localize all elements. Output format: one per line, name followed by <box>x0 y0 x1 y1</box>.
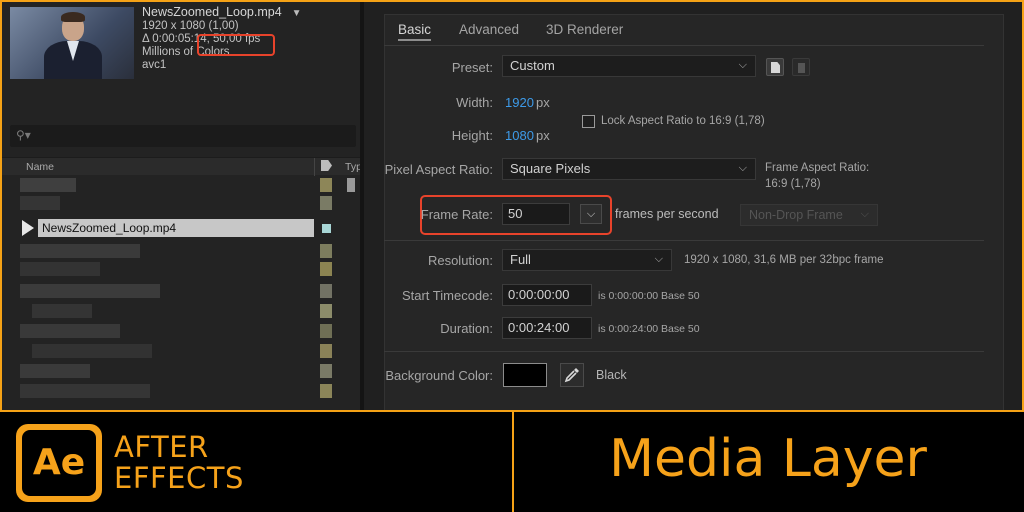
resolution-info: 1920 x 1080, 31,6 MB per 32bpc frame <box>684 254 884 266</box>
tab-divider <box>384 45 984 46</box>
after-effects-logo: Ae <box>16 424 102 502</box>
logo-text: Ae <box>32 442 86 483</box>
frames-per-second-label: frames per second <box>615 207 719 221</box>
width-unit: px <box>536 95 550 110</box>
banner-title: Media Layer <box>609 429 927 489</box>
resolution-value: Full <box>510 252 531 267</box>
frame-aspect-value: 16:9 (1,78) <box>765 178 821 190</box>
footage-thumbnail <box>10 7 134 79</box>
tab-advanced[interactable]: Advanced <box>459 22 519 37</box>
label-tag-icon[interactable] <box>321 160 332 171</box>
footage-meta-line: avc1 <box>142 59 167 71</box>
eyedropper-button[interactable] <box>560 363 584 387</box>
frame-aspect-label: Frame Aspect Ratio: <box>765 162 870 174</box>
project-item-list: NewsZoomed_Loop.mp4 <box>2 176 360 410</box>
tab-basic[interactable]: Basic <box>398 22 432 41</box>
column-type[interactable]: Typ <box>345 161 360 173</box>
column-name[interactable]: Name <box>26 161 54 173</box>
composition-settings-panel: Basic Advanced 3D Renderer Preset: Custo… <box>364 2 1022 414</box>
duration-info: is 0:00:24:00 Base 50 <box>598 323 700 335</box>
save-preset-button[interactable] <box>766 58 784 76</box>
brand-line-1: AFTER <box>114 430 209 464</box>
play-icon <box>22 220 34 236</box>
footage-file-name: NewsZoomed_Loop.mp4 <box>142 5 282 19</box>
height-label: Height: <box>451 128 493 143</box>
chevron-down-icon: ⌵ <box>654 253 663 265</box>
pixel-aspect-value: Square Pixels <box>510 161 591 176</box>
chevron-down-icon: ⌵ <box>738 59 747 71</box>
start-timecode-input[interactable]: 0:00:00:00 <box>502 284 592 306</box>
pixel-aspect-label: Pixel Aspect Ratio: <box>384 162 493 177</box>
drop-frame-dropdown[interactable]: Non-Drop Frame ⌵ <box>740 204 878 226</box>
bg-color-swatch[interactable] <box>503 363 547 387</box>
title-banner: Ae AFTER EFFECTS Media Layer <box>0 410 1024 512</box>
project-panel: NewsZoomed_Loop.mp4 ▼ 1920 x 1080 (1,00) … <box>2 2 360 410</box>
preset-dropdown[interactable]: Custom ⌵ <box>502 55 756 77</box>
preset-value: Custom <box>510 58 555 73</box>
eyedropper-icon <box>564 368 579 383</box>
bg-color-label: Background Color: <box>385 368 493 383</box>
width-label: Width: <box>456 95 493 110</box>
frame-rate-input[interactable]: 50 <box>502 203 570 225</box>
fps-highlight-box <box>197 34 275 56</box>
project-search-input[interactable]: ⚲▾ <box>10 125 356 147</box>
preset-label: Preset: <box>451 60 493 75</box>
chevron-down-icon[interactable]: ▼ <box>292 7 302 20</box>
width-value[interactable]: 1920 <box>505 95 534 110</box>
chevron-down-icon: ⌵ <box>738 162 747 174</box>
bg-color-name: Black <box>596 368 627 382</box>
section-divider <box>384 240 984 241</box>
lock-aspect-label: Lock Aspect Ratio to 16:9 (1,78) <box>601 115 765 127</box>
pixel-aspect-dropdown[interactable]: Square Pixels ⌵ <box>502 158 756 180</box>
chevron-down-icon: ⌵ <box>860 208 869 220</box>
section-divider <box>384 351 984 352</box>
duration-label: Duration: <box>440 321 493 336</box>
label-color-swatch[interactable] <box>322 224 331 233</box>
height-unit: px <box>536 128 550 143</box>
tab-3d-renderer[interactable]: 3D Renderer <box>546 22 623 37</box>
brand-line-2: EFFECTS <box>114 461 244 495</box>
height-value[interactable]: 1080 <box>505 128 534 143</box>
search-icon: ⚲▾ <box>16 128 31 142</box>
drop-frame-value: Non-Drop Frame <box>749 208 843 222</box>
frame-rate-label: Frame Rate: <box>420 207 493 222</box>
list-item-selected[interactable]: NewsZoomed_Loop.mp4 <box>38 219 314 237</box>
resolution-dropdown[interactable]: Full ⌵ <box>502 249 672 271</box>
duration-input[interactable]: 0:00:24:00 <box>502 317 592 339</box>
delete-preset-button[interactable] <box>792 58 810 76</box>
frame-rate-dropdown-button[interactable]: ⌵ <box>580 204 602 224</box>
start-timecode-label: Start Timecode: <box>401 288 493 303</box>
resolution-label: Resolution: <box>427 253 493 268</box>
project-column-header: Name Typ <box>2 157 360 176</box>
start-timecode-info: is 0:00:00:00 Base 50 <box>598 290 700 302</box>
lock-aspect-checkbox[interactable] <box>582 115 595 128</box>
footage-meta-line: 1920 x 1080 (1,00) <box>142 20 239 32</box>
